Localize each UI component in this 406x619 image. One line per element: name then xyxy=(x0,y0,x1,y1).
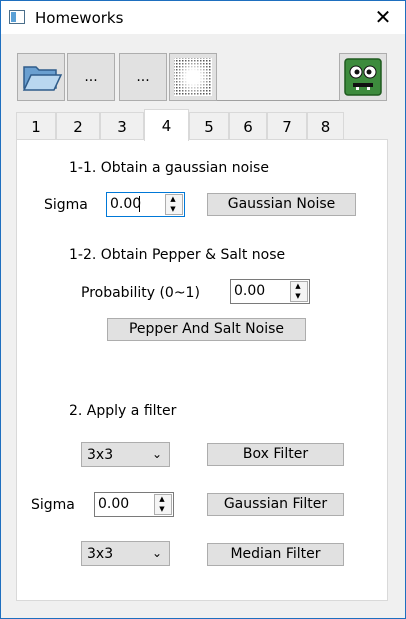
gaussian-noise-button[interactable]: Gaussian Noise xyxy=(207,193,356,216)
spin-down-icon[interactable]: ▼ xyxy=(166,205,180,215)
noise-image-icon xyxy=(174,58,212,96)
close-icon: ✕ xyxy=(374,5,392,29)
tab-4[interactable]: 4 xyxy=(144,109,189,141)
close-button[interactable]: ✕ xyxy=(368,6,398,30)
noise-sigma-value: 0.00 xyxy=(110,196,142,212)
noise-sigma-spinbox[interactable]: 0.00 ▲ ▼ xyxy=(106,192,185,217)
tab-8[interactable]: 8 xyxy=(307,112,344,140)
median-filter-button[interactable]: Median Filter xyxy=(207,543,344,566)
face-button[interactable] xyxy=(339,53,387,101)
probability-label: Probability (0~1) xyxy=(81,285,200,301)
chevron-down-icon: ⌄ xyxy=(151,546,162,560)
filter-sigma-value: 0.00 xyxy=(98,496,130,512)
tab-5[interactable]: 5 xyxy=(189,112,229,140)
folder-open-icon xyxy=(22,66,63,91)
open-file-button[interactable] xyxy=(17,53,65,101)
spin-up-icon[interactable]: ▲ xyxy=(291,282,305,292)
spin-arrows[interactable]: ▲ ▼ xyxy=(165,194,183,215)
window-title: Homeworks xyxy=(35,9,124,27)
gaussian-noise-heading: 1-1. Obtain a gaussian noise xyxy=(69,160,269,176)
box-kernel-select[interactable]: 3x3 ⌄ xyxy=(81,442,170,467)
app-window-icon xyxy=(9,10,25,24)
tab-7[interactable]: 7 xyxy=(267,112,307,140)
median-kernel-select[interactable]: 3x3 ⌄ xyxy=(81,541,170,566)
spin-up-icon[interactable]: ▲ xyxy=(155,495,169,505)
chevron-down-icon: ⌄ xyxy=(151,447,162,461)
tab-6[interactable]: 6 xyxy=(229,112,267,140)
spin-arrows[interactable]: ▲ ▼ xyxy=(290,281,308,302)
toolbar-separator xyxy=(217,100,339,101)
pepper-salt-button[interactable]: Pepper And Salt Noise xyxy=(107,318,306,341)
gaussian-filter-button[interactable]: Gaussian Filter xyxy=(207,493,344,516)
green-monster-face-icon xyxy=(344,58,382,96)
spin-arrows[interactable]: ▲ ▼ xyxy=(154,494,172,515)
spin-down-icon[interactable]: ▼ xyxy=(291,292,305,302)
noise-image-button[interactable] xyxy=(169,53,217,101)
spin-down-icon[interactable]: ▼ xyxy=(155,505,169,515)
box-kernel-value: 3x3 xyxy=(87,447,114,463)
apply-filter-heading: 2. Apply a filter xyxy=(69,403,177,419)
median-kernel-value: 3x3 xyxy=(87,546,114,562)
text-cursor xyxy=(139,196,140,212)
sigma-label: Sigma xyxy=(44,197,88,213)
toolbar-button-3[interactable]: ... xyxy=(119,53,167,101)
pepper-salt-heading: 1-2. Obtain Pepper & Salt nose xyxy=(69,247,286,263)
tab-1[interactable]: 1 xyxy=(16,112,56,140)
toolbar-button-2[interactable]: ... xyxy=(67,53,115,101)
probability-value: 0.00 xyxy=(234,283,266,299)
probability-spinbox[interactable]: 0.00 ▲ ▼ xyxy=(230,279,310,304)
tab-3[interactable]: 3 xyxy=(100,112,144,140)
box-filter-button[interactable]: Box Filter xyxy=(207,443,344,466)
filter-sigma-spinbox[interactable]: 0.00 ▲ ▼ xyxy=(94,492,174,517)
filter-sigma-label: Sigma xyxy=(31,497,75,513)
spin-up-icon[interactable]: ▲ xyxy=(166,195,180,205)
tab-2[interactable]: 2 xyxy=(56,112,100,140)
